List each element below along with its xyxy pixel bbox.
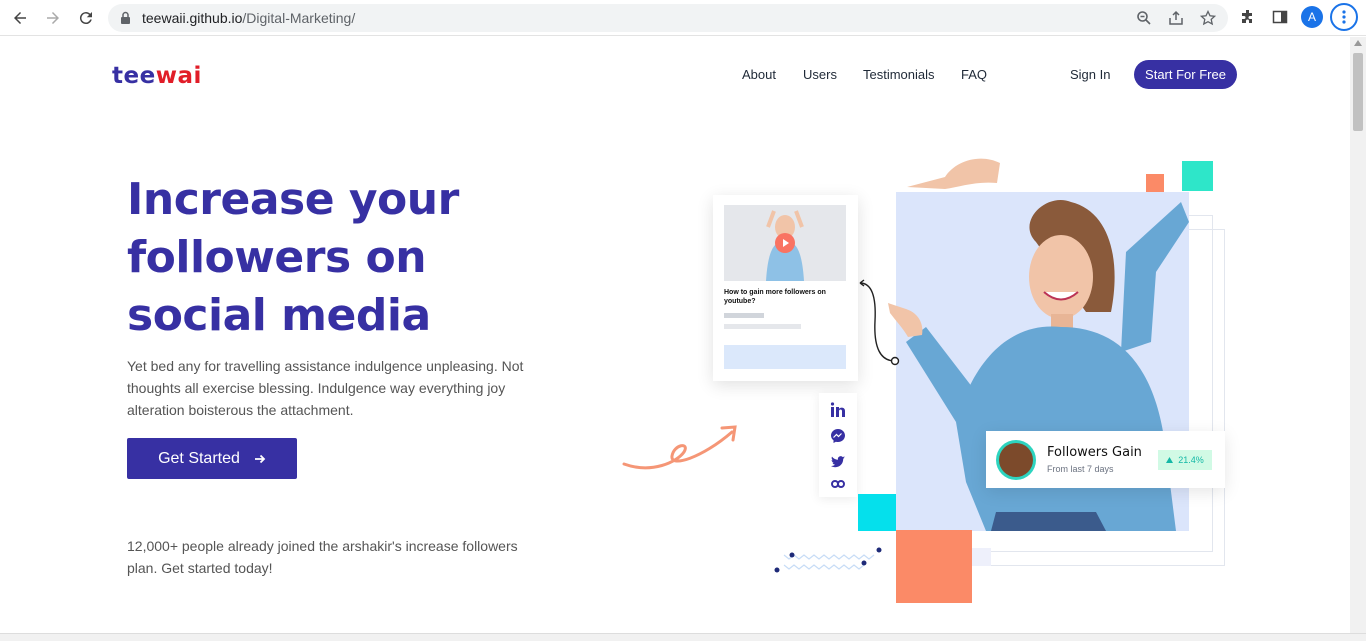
placeholder-line	[724, 313, 764, 318]
linkedin-icon[interactable]	[829, 401, 847, 419]
decor-square-light	[972, 548, 991, 566]
kebab-menu-icon	[1342, 10, 1346, 24]
followers-gain-card: Followers Gain From last 7 days 21.4%	[986, 431, 1225, 488]
joined-text: 12,000+ people already joined the arshak…	[127, 538, 518, 576]
decor-square-cyan	[858, 494, 896, 531]
dots-decoration	[774, 547, 882, 573]
video-card[interactable]: How to gain more followers on youtube?	[713, 195, 858, 381]
arrow-right-icon	[254, 454, 266, 463]
url-text: teewaii.github.io/Digital-Marketing/	[142, 10, 356, 26]
decor-square-teal	[1182, 161, 1213, 191]
decor-square-coral	[896, 530, 972, 603]
browser-toolbar: teewaii.github.io/Digital-Marketing/ A	[0, 0, 1366, 36]
placeholder-line	[724, 324, 801, 329]
start-for-free-button[interactable]: Start For Free	[1134, 60, 1237, 89]
video-thumbnail[interactable]	[724, 205, 846, 281]
back-button[interactable]	[8, 6, 32, 30]
arrow-right-icon	[47, 12, 59, 24]
profile-avatar[interactable]: A	[1301, 6, 1323, 28]
messenger-icon[interactable]	[829, 427, 847, 445]
browser-menu-button[interactable]	[1330, 3, 1358, 31]
card-action-bar[interactable]	[724, 345, 846, 369]
growth-value: 21.4%	[1178, 455, 1204, 465]
reload-icon	[79, 12, 92, 25]
share-icon[interactable]	[1168, 10, 1184, 26]
triangle-up-icon	[1166, 457, 1174, 463]
get-started-button[interactable]: Get Started	[127, 438, 297, 479]
decor-square-orange	[1146, 174, 1164, 192]
side-panel-icon[interactable]	[1272, 9, 1288, 25]
get-started-label: Get Started	[158, 449, 240, 467]
page-viewport: teewai About Users Testimonials FAQ Sign…	[0, 37, 1350, 633]
link-icon[interactable]	[829, 475, 847, 493]
zoom-icon[interactable]	[1136, 10, 1152, 26]
hand-illustration	[907, 158, 1000, 189]
forward-button[interactable]	[41, 6, 65, 30]
sign-in-link[interactable]: Sign In	[1070, 67, 1110, 82]
reload-button[interactable]	[74, 6, 98, 30]
scroll-up-icon[interactable]	[1354, 40, 1362, 46]
nav-about[interactable]: About	[742, 67, 776, 82]
nav-faq[interactable]: FAQ	[961, 67, 987, 82]
growth-badge: 21.4%	[1158, 450, 1212, 470]
play-icon[interactable]	[775, 233, 795, 253]
vertical-scrollbar[interactable]	[1350, 37, 1366, 633]
extensions-icon[interactable]	[1240, 9, 1256, 25]
hero-title: Increase your followers on social media	[127, 174, 459, 341]
swirl-arrow-decoration	[622, 425, 737, 470]
connector-line	[859, 279, 900, 366]
status-strip	[0, 633, 1366, 641]
nav-users[interactable]: Users	[803, 67, 837, 82]
avatar	[996, 440, 1036, 480]
twitter-icon[interactable]	[829, 453, 847, 471]
address-bar[interactable]: teewaii.github.io/Digital-Marketing/	[108, 4, 1228, 32]
nav-testimonials[interactable]: Testimonials	[863, 67, 935, 82]
followers-gain-title: Followers Gain	[1047, 445, 1142, 460]
hero-description: Yet bed any for travelling assistance in…	[127, 358, 524, 418]
social-icons-bar	[819, 393, 857, 497]
followers-gain-subtitle: From last 7 days	[1047, 464, 1114, 474]
video-caption: How to gain more followers on youtube?	[724, 289, 826, 305]
scroll-thumb[interactable]	[1353, 53, 1363, 131]
arrow-left-icon	[14, 12, 26, 24]
site-logo[interactable]: teewai	[112, 63, 202, 89]
star-icon[interactable]	[1200, 10, 1216, 26]
lock-icon	[121, 11, 130, 24]
